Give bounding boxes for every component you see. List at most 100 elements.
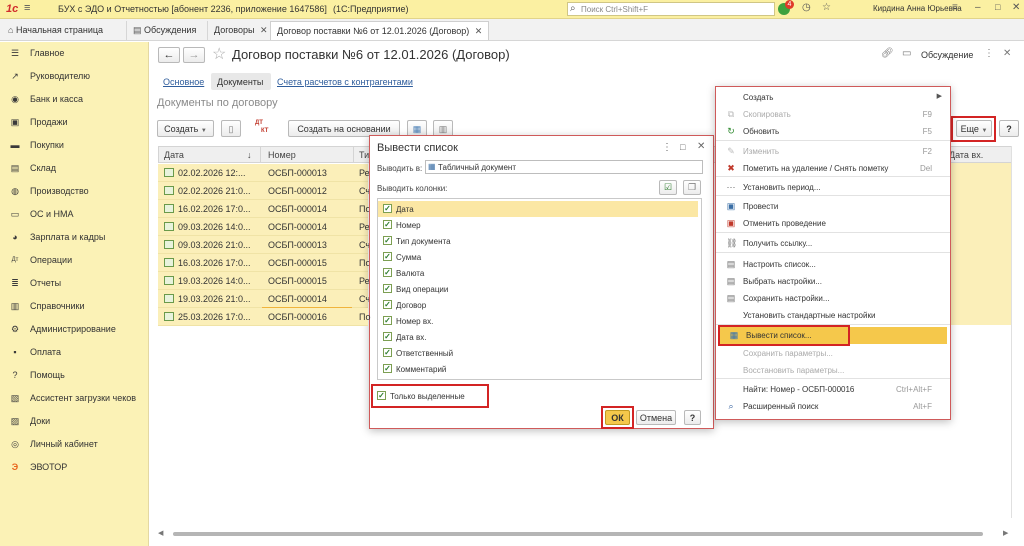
sidebar-item-8[interactable]: ◕ Зарплата и кадры (0, 226, 149, 249)
forward-button[interactable]: → (183, 47, 205, 63)
form-more-icon[interactable]: ⋮ (984, 48, 994, 59)
dialog-close-icon[interactable]: ✕ (697, 141, 705, 152)
menu-item[interactable]: ⛓ Получить ссылку... (716, 235, 950, 252)
menu-item[interactable]: ▤ Настроить список... (716, 256, 950, 273)
scrollbar-thumb[interactable] (173, 532, 983, 536)
sidebar-item-15[interactable]: ▧ Ассистент загрузки чеков (0, 387, 149, 410)
tab-close-icon[interactable]: ✕ (260, 25, 268, 35)
main-menu-icon[interactable]: ≡ (24, 2, 30, 14)
link-icon[interactable]: 🔗︎ (881, 48, 894, 59)
uncheck-all-button[interactable]: ❐ (683, 180, 701, 195)
settings-menu-icon[interactable]: ≡ (952, 2, 958, 13)
menu-item[interactable]: ▣ Провести (716, 198, 950, 215)
column-option[interactable]: ✓ Сумма (378, 249, 698, 265)
column-checkbox[interactable]: ✓ (383, 284, 392, 293)
column-header-date-in[interactable]: Дата вх. (949, 150, 983, 160)
minimize-icon[interactable]: – (975, 2, 981, 13)
table-row[interactable]: 09.03.2026 14:0... ОСБП-000014 Ре (158, 218, 370, 236)
tab-contract-form[interactable]: Договор поставки №6 от 12.01.2026 (Догов… (270, 21, 490, 40)
table-row[interactable]: 25.03.2026 17:0... ОСБП-000016 По (158, 308, 370, 326)
table-row[interactable]: 02.02.2026 12:... ОСБП-000013 Ре (158, 164, 370, 182)
column-checkbox[interactable]: ✓ (383, 220, 392, 229)
column-checkbox[interactable]: ✓ (383, 316, 392, 325)
back-button[interactable]: ← (158, 47, 180, 63)
column-header-date[interactable]: Дата (164, 150, 184, 160)
sort-down-icon[interactable]: ↓ (247, 150, 252, 160)
dt-kt-button[interactable]: ДТ КТ (253, 119, 275, 137)
horizontal-scrollbar[interactable]: ◀ ▶ (158, 530, 1012, 538)
sidebar-item-7[interactable]: ▭ ОС и НМА (0, 203, 149, 226)
menu-item[interactable]: ▣ Отменить проведение (716, 215, 950, 232)
subnav-accounts[interactable]: Счета расчетов с контрагентами (277, 77, 413, 87)
menu-item[interactable]: ↻ Обновить F5 (716, 123, 950, 140)
user-name[interactable]: Кирдина Анна Юрьевна (873, 4, 962, 13)
column-checkbox[interactable]: ✓ (383, 204, 392, 213)
table-row[interactable]: 16.02.2026 17:0... ОСБП-000014 По (158, 200, 370, 218)
column-option[interactable]: ✓ Валюта (378, 265, 698, 281)
menu-item[interactable]: ▤ Сохранить настройки... (716, 290, 950, 307)
cancel-button[interactable]: Отмена (636, 410, 676, 425)
help-button[interactable]: ? (999, 120, 1019, 137)
favorites-icon[interactable]: ☆ (822, 2, 831, 13)
column-option[interactable]: ✓ Вид операции (378, 281, 698, 297)
column-checkbox[interactable]: ✓ (383, 252, 392, 261)
column-option[interactable]: ✓ Дата (378, 201, 698, 217)
subnav-documents[interactable]: Документы (211, 73, 271, 90)
sidebar-item-1[interactable]: ↗ Руководителю (0, 65, 149, 88)
menu-item[interactable]: ⌕ Расширенный поиск Alt+F (716, 398, 950, 415)
scroll-left-icon[interactable]: ◀ (158, 529, 163, 537)
sidebar-item-17[interactable]: ◎ Личный кабинет (0, 433, 149, 456)
discussion-icon[interactable]: ▭ (902, 48, 911, 59)
sidebar-item-18[interactable]: Э ЭВОТОР (0, 456, 149, 479)
dialog-more-icon[interactable]: ⋮ (662, 142, 672, 153)
sidebar-item-4[interactable]: ▬ Покупки (0, 134, 149, 157)
sidebar-item-9[interactable]: Дт Операции (0, 249, 149, 272)
sidebar-item-10[interactable]: ≣ Отчеты (0, 272, 149, 295)
favorite-star-icon[interactable]: ☆ (212, 44, 226, 64)
column-checkbox[interactable]: ✓ (383, 332, 392, 341)
sidebar-item-16[interactable]: ▨ Доки (0, 410, 149, 433)
global-search[interactable]: ⌕ Поиск Ctrl+Shift+F (567, 2, 775, 16)
menu-item[interactable]: Создать ▶ (716, 89, 950, 106)
create-button[interactable]: Создать ▼ (157, 120, 214, 137)
column-header-type[interactable]: Ти (359, 150, 369, 160)
table-row[interactable]: 09.03.2026 21:0... ОСБП-000013 Сч (158, 236, 370, 254)
sidebar-item-6[interactable]: ◍ Производство (0, 180, 149, 203)
column-option[interactable]: ✓ Номер (378, 217, 698, 233)
menu-item[interactable]: ⋯ Установить период... (716, 179, 950, 196)
maximize-icon[interactable]: □ (995, 2, 1000, 12)
tab-discussions[interactable]: ▤ Обсуждения (126, 21, 202, 40)
sidebar-item-13[interactable]: ▪ Оплата (0, 341, 149, 364)
column-option[interactable]: ✓ Номер вх. (378, 313, 698, 329)
menu-item[interactable]: ✖ Пометить на удаление / Снять пометку Del (716, 160, 950, 177)
column-option[interactable]: ✓ Договор (378, 297, 698, 313)
tab-contracts[interactable]: Договоры ✕ (207, 21, 274, 40)
column-option[interactable]: ✓ Тип документа (378, 233, 698, 249)
discussion-link[interactable]: Обсуждение (921, 50, 973, 60)
column-checkbox[interactable]: ✓ (383, 364, 392, 373)
dialog-maximize-icon[interactable]: □ (680, 142, 685, 152)
scroll-right-icon[interactable]: ▶ (1003, 529, 1008, 537)
close-icon[interactable]: ✕ (1012, 2, 1020, 13)
column-option[interactable]: ✓ Дата вх. (378, 329, 698, 345)
column-checkbox[interactable]: ✓ (383, 300, 392, 309)
table-row[interactable]: 16.03.2026 17:0... ОСБП-000015 По (158, 254, 370, 272)
history-icon[interactable]: ◷ (802, 2, 811, 13)
column-checkbox[interactable]: ✓ (383, 236, 392, 245)
sidebar-item-11[interactable]: ▥ Справочники (0, 295, 149, 318)
column-option[interactable]: ✓ Ответственный (378, 345, 698, 361)
copy-doc-button[interactable]: ▯ (221, 120, 241, 137)
menu-item[interactable]: Найти: Номер - ОСБП-000016 Ctrl+Alt+F (716, 381, 950, 398)
table-row[interactable]: 19.03.2026 14:0... ОСБП-000015 Ре (158, 272, 370, 290)
column-option[interactable]: ✓ Комментарий (378, 361, 698, 377)
sidebar-item-2[interactable]: ◉ Банк и касса (0, 88, 149, 111)
check-all-button[interactable]: ☑ (659, 180, 677, 195)
subnav-main[interactable]: Основное (163, 77, 204, 87)
form-close-icon[interactable]: ✕ (1003, 48, 1011, 59)
table-row[interactable]: 02.02.2026 21:0... ОСБП-000012 Сч (158, 182, 370, 200)
column-header-number[interactable]: Номер (268, 150, 296, 160)
sidebar-item-14[interactable]: ? Помощь (0, 364, 149, 387)
sidebar-item-5[interactable]: ▤ Склад (0, 157, 149, 180)
table-row[interactable]: 19.03.2026 21:0... ОСБП-000014 Сч (158, 290, 370, 308)
column-checkbox[interactable]: ✓ (383, 268, 392, 277)
